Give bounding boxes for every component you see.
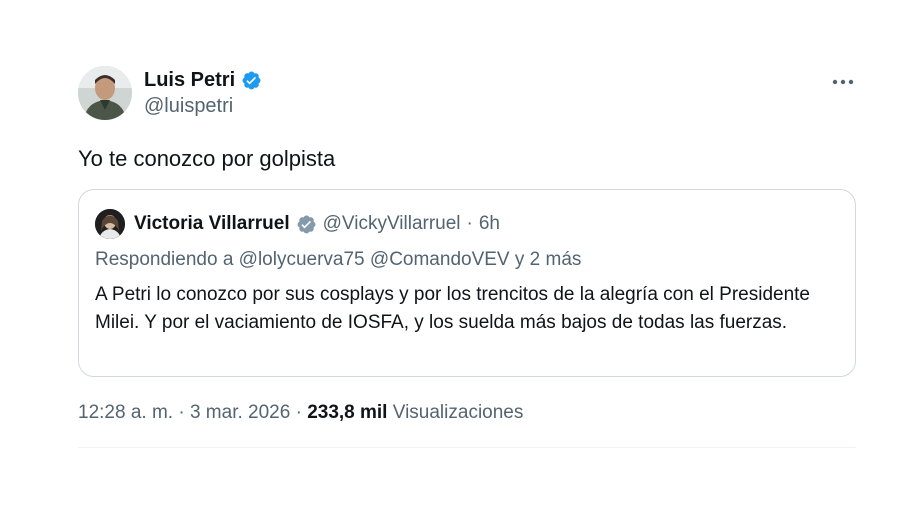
views-count: 233,8 mil bbox=[307, 402, 388, 423]
meta-separator: · bbox=[178, 402, 185, 423]
quoted-tweet[interactable]: Victoria Villarruel @VickyVillarruel · 6… bbox=[78, 189, 856, 377]
quoted-tweet-header: Victoria Villarruel @VickyVillarruel · 6… bbox=[95, 209, 500, 239]
quoted-author-name: Victoria Villarruel bbox=[134, 213, 290, 234]
author-name-text[interactable]: Luis Petri bbox=[144, 68, 235, 92]
author-name[interactable]: Luis Petri bbox=[144, 68, 262, 92]
tweet-meta: 12:28 a. m. · 3 mar. 2026 · 233,8 mil Vi… bbox=[78, 400, 523, 426]
verified-badge-icon bbox=[296, 214, 317, 235]
views-label: Visualizaciones bbox=[392, 402, 524, 423]
tweet-date[interactable]: 3 mar. 2026 bbox=[190, 402, 290, 423]
tweet-time[interactable]: 12:28 a. m. bbox=[78, 402, 173, 423]
verified-badge-icon bbox=[241, 70, 262, 91]
tweet-text: Yo te conozco por golpista bbox=[78, 146, 336, 171]
divider bbox=[78, 447, 856, 448]
quoted-author-handle: @VickyVillarruel bbox=[322, 213, 461, 234]
meta-separator: · bbox=[295, 402, 302, 423]
author-handle[interactable]: @luispetri bbox=[144, 94, 233, 118]
avatar[interactable] bbox=[78, 66, 132, 120]
tweet-header: Luis Petri @luispetri bbox=[78, 58, 856, 122]
quoted-time: 6h bbox=[478, 213, 500, 234]
quoted-avatar bbox=[95, 209, 125, 239]
quoted-reply-context: Respondiendo a @lolycuerva75 @ComandoVEV… bbox=[95, 249, 582, 270]
quoted-separator: · bbox=[466, 213, 473, 234]
quoted-tweet-text: A Petri lo conozco por sus cosplays y po… bbox=[95, 284, 810, 333]
tweet: Luis Petri @luispetri Yo te conozco por … bbox=[78, 58, 856, 448]
avatar-image bbox=[78, 66, 132, 120]
more-options-icon[interactable] bbox=[830, 69, 856, 95]
